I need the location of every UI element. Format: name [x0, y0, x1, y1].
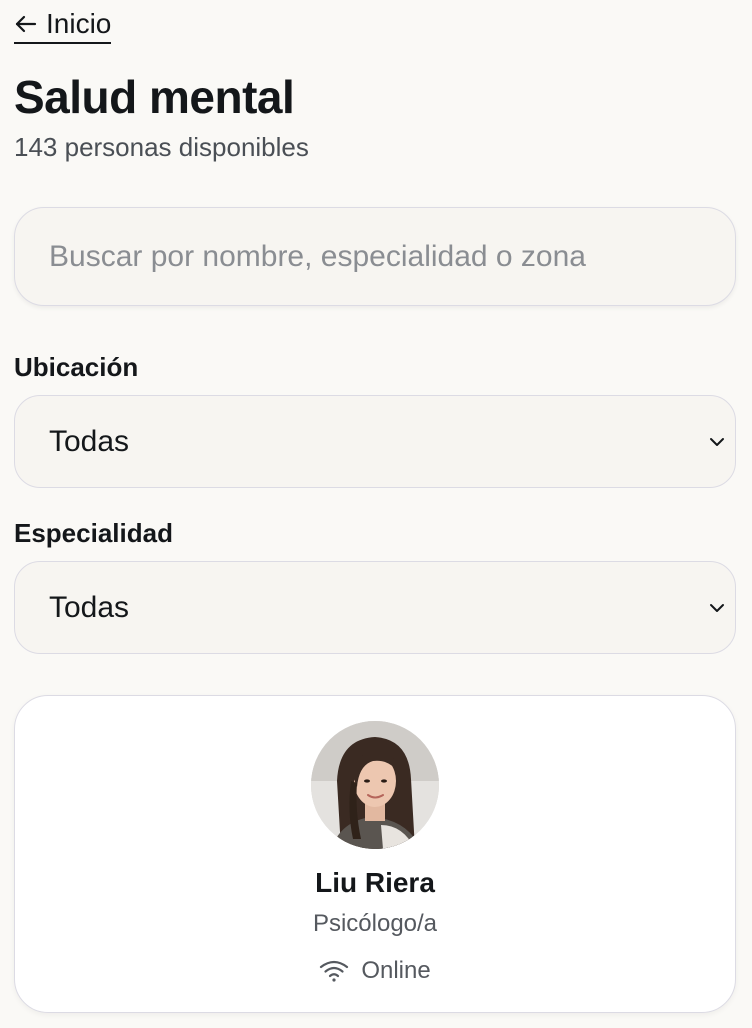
page-subtitle: 143 personas disponibles [14, 132, 309, 162]
page: Inicio Salud mental 143 personas disponi… [0, 0, 752, 1028]
professional-name: Liu Riera [315, 867, 435, 898]
location-label: Ubicación [14, 352, 139, 382]
professional-mode: Online [15, 956, 735, 986]
page-title: Salud mental [14, 71, 295, 123]
professional-card[interactable]: Liu Riera Psicólogo/a Online [14, 695, 736, 1013]
chevron-down-icon [710, 437, 724, 446]
avatar [311, 721, 439, 849]
search-box [14, 207, 736, 306]
arrow-left-icon [15, 15, 37, 33]
back-link-label: Inicio [46, 8, 112, 39]
search-input[interactable] [15, 208, 735, 305]
profile-photo [311, 721, 439, 849]
specialty-select[interactable]: Todas [14, 561, 736, 654]
location-select[interactable]: Todas [14, 395, 736, 488]
specialty-select-value: Todas [49, 590, 130, 624]
professional-mode-label: Online [361, 957, 431, 984]
location-select-value: Todas [49, 424, 130, 458]
wifi-icon [320, 960, 349, 982]
professional-role: Psicólogo/a [312, 910, 438, 937]
chevron-down-icon [710, 603, 724, 612]
specialty-label: Especialidad [14, 518, 173, 548]
back-link[interactable]: Inicio [14, 8, 112, 44]
